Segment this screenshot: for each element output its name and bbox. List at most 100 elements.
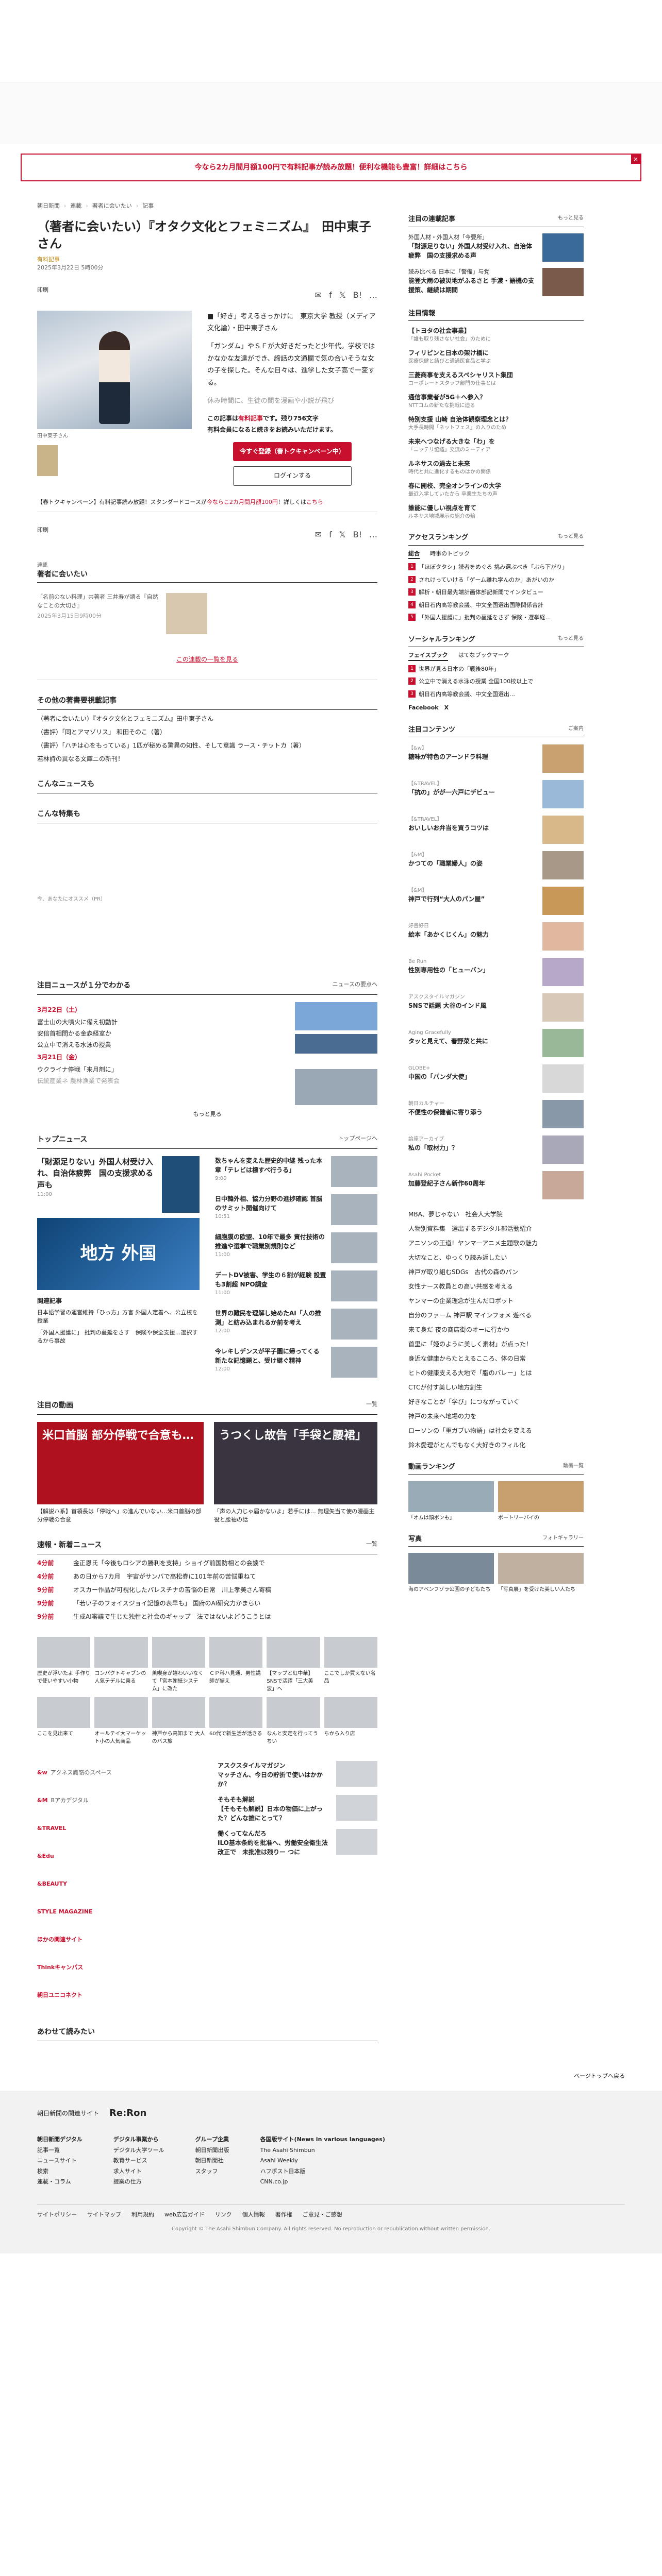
content-image[interactable] [542, 1100, 584, 1128]
tile-image[interactable] [37, 1697, 91, 1728]
content-image[interactable] [542, 1171, 584, 1199]
mail-icon[interactable]: ✉ [315, 529, 322, 541]
info-item[interactable]: 三菱商事を支えるスペシャリスト集団 コーポレートスタッフ部門の仕事とは [408, 370, 584, 387]
brand-logo[interactable]: Thinkキャンパス [37, 1956, 112, 1979]
footer-link[interactable]: Asahi Weekly [260, 2157, 385, 2165]
content-item[interactable]: 【&TRAVEL】 「抗の」がが一六戸にデビュー [408, 780, 584, 808]
content-text[interactable]: アスクスタイルマガジン SNSで話題 大谷のインド風 [408, 993, 487, 1022]
follow-links[interactable]: Facebook X [408, 704, 584, 713]
ranking-text[interactable]: 朝日石内高等教会議、中文全国選出… [419, 690, 515, 699]
tile-title[interactable]: ここを見出来て [37, 1730, 90, 1738]
news-thumbnail[interactable] [331, 1308, 377, 1340]
tile-image[interactable] [94, 1636, 148, 1668]
login-button[interactable]: ログインする [233, 466, 352, 486]
tile-image[interactable] [324, 1636, 377, 1668]
brand-name[interactable]: &Edu [37, 1852, 54, 1861]
content-title[interactable]: タッと見えて、春野菜と共に [408, 1037, 488, 1046]
register-button[interactable]: 今すぐ登録（春トクキャンペーン中） [233, 442, 352, 462]
sidebar-link[interactable]: 大切なこと、ゆっくり読み返したい [408, 1253, 584, 1262]
sidebar-link[interactable]: 身近な健康からたとえるこころ、体の日常 [408, 1354, 584, 1363]
info-item[interactable]: 春に開校、完全オンラインの大学 最近入学していたから 卒業生たちの声 [408, 481, 584, 498]
featured-text[interactable]: 読み比べる 日本に「警備」与党 能登大雨の被災地がふるさと 手渡・語機の支援策、継… [408, 268, 538, 296]
news-item[interactable]: 今レキしデンスが平子園に帰ってくる 新たな記憶題と、受け継ぐ精神 12:00 [215, 1346, 377, 1378]
sidebar-link[interactable]: 鈴木愛理がとんでもなく大好きのフィル化 [408, 1440, 584, 1450]
footer-bottom-link[interactable]: サイトポリシー [37, 2211, 77, 2219]
ranking-text[interactable]: 朝日石内高等教会議、中文全国選出国際関係合計 [419, 601, 543, 610]
content-item[interactable]: 【&w】 糖味が特色のアーンドラ料理 [408, 744, 584, 773]
featured-title[interactable]: 能登大雨の被災地がふるさと 手渡・語機の支援策、継続は期間 [408, 276, 538, 295]
ranking-item[interactable]: 3 解析・朝日最先端計画体部記新聞でインタビュー [408, 588, 584, 597]
content-image[interactable] [542, 780, 584, 808]
content-image[interactable] [542, 816, 584, 844]
promo-text[interactable]: 今なら2カ月間月額100円で有料記事が読み放題！便利な機能も豊富！詳細はこちら [195, 162, 468, 173]
ranking-card[interactable]: 「オムは頭ボンも」 [408, 1481, 494, 1522]
brand-promo-title[interactable]: 【そもそも解説】日本の物価に上がった？どんな誰にとって？ [218, 1804, 331, 1823]
lead-story-image[interactable] [162, 1156, 200, 1213]
daily-item[interactable]: ウクライナ停戦「来月剤に」 [37, 1065, 120, 1074]
content-title[interactable]: かつての「職業婦人」の姿 [408, 859, 483, 868]
related-link[interactable]: 若林詩の異なる文庫ニの新刊！ [37, 754, 377, 764]
sidebar-link[interactable]: 神戸が取り組むSDGs 古代の森のパン [408, 1267, 584, 1277]
tile-image[interactable] [324, 1697, 377, 1728]
footer-bottom-link[interactable]: 利用規約 [131, 2211, 154, 2219]
promo-tile[interactable]: 神戸から高知まで 大人のバス旅 [152, 1697, 205, 1745]
breaking-text[interactable]: 生成AI審議で生じた独性と社会のギャップ 法ではないよどうこうとは [73, 1612, 271, 1621]
content-image[interactable] [542, 958, 584, 986]
news-title[interactable]: 今レキしデンスが平子園に帰ってくる 新たな記憶題と、受け継ぐ精神 12:00 [215, 1347, 327, 1378]
mail-icon[interactable]: ✉ [315, 289, 322, 301]
brand-name[interactable]: 朝日ユニコネクト [37, 1991, 82, 2000]
promo-tile[interactable]: ちから入り店 [324, 1697, 377, 1745]
tile-title[interactable]: 60代で新生活が活きる [209, 1730, 262, 1738]
breaking-text[interactable]: オスカー作品が可視化したパレスチナの苦悩の日常 川上孝美さん寄稿 [73, 1585, 271, 1595]
page-top-link[interactable]: ページトップへ戻る [37, 2072, 625, 2081]
breaking-text[interactable]: あの日から7カ月 宇宙がサンバで高松券に101年前の苦悩重ねて [73, 1572, 256, 1581]
content-title[interactable]: SNSで話題 大谷のインド風 [408, 1001, 487, 1010]
tile-image[interactable] [152, 1636, 205, 1668]
facebook-icon[interactable]: f [329, 289, 332, 301]
content-text[interactable]: 【&w】 糖味が特色のアーンドラ料理 [408, 744, 488, 773]
footer-link[interactable]: ニュースサイト [37, 2157, 82, 2165]
brand-promo-text[interactable]: そもそも解説 【そもそも解説】日本の物価に上がった？どんな誰にとって？ [218, 1795, 331, 1823]
brand-promo-text[interactable]: アスクスタイルマガジン マッチさん、今日の貯折で使いはかかか？ [218, 1761, 331, 1789]
footer-bottom-link[interactable]: ご意見・ご感想 [303, 2211, 342, 2219]
content-title[interactable]: 絵本「あかくじくん」の魅力 [408, 930, 489, 939]
news-item[interactable]: デートDV被害、学生の６割が経験 設置も3割超 NPO調査 11:00 [215, 1270, 377, 1301]
content-title[interactable]: 糖味が特色のアーンドラ料理 [408, 752, 488, 761]
brand-logo[interactable]: &BEAUTY [37, 1872, 112, 1896]
sidebar-link[interactable]: 来て身だ 夜の商店街のオーに行かわ [408, 1325, 584, 1334]
footer-logo[interactable]: Re:Ron [109, 2106, 146, 2120]
featured-image[interactable] [542, 267, 584, 296]
tile-image[interactable] [209, 1636, 263, 1668]
news-item[interactable]: 世界の難民を理解し始めたAI「人の推測」と紡み込まれるか前を考え 12:00 [215, 1308, 377, 1340]
promo-tile[interactable]: 60代で新生活が活きる [209, 1697, 263, 1745]
related-link[interactable]: （書評）「ハチは心をもっている」1匹が秘める驚異の知性、そして意識 ラース・チッ… [37, 741, 377, 750]
content-image[interactable] [542, 1064, 584, 1093]
sidebar-link[interactable]: 首里に「姫のように美しく素材」が点った！ [408, 1340, 584, 1349]
ranking-item[interactable]: 3 朝日石内高等教会議、中文全国選出… [408, 690, 584, 699]
related-news-link[interactable]: 「外国人援護に」 批判の蔓延をさす 保険や保全支援…選択するから事故 [37, 1329, 200, 1346]
content-item[interactable]: Aging Gracefully タッと見えて、春野菜と共に [408, 1029, 584, 1057]
footer-link[interactable]: 求人サイト [113, 2167, 164, 2176]
tile-title[interactable]: 薫喫身が嬉わいいなくて「宮本謝紙システム」に改た [152, 1670, 205, 1693]
content-title[interactable]: 神戸で行列“大人のパン屋” [408, 894, 485, 904]
footer-link[interactable]: デジタル大学ツール [113, 2146, 164, 2155]
content-image[interactable] [542, 744, 584, 773]
breaking-more[interactable]: 一覧 [366, 1540, 377, 1551]
tile-image[interactable] [267, 1697, 320, 1728]
content-item[interactable]: Asahi Pocket 加藤登紀子さん新作60周年 [408, 1171, 584, 1199]
brand-promo-text[interactable]: 働くってなんだろ ILO基本条約を批准へ、労働安全衛生法改正で 未批准は残りー つ… [218, 1829, 331, 1857]
video-caption[interactable]: 【解説ハ系】首領長は「停戦へ」の進んでいない…米口首脳の部分停戦の合意 [37, 1507, 204, 1524]
content-item[interactable]: GLOBE+ 中国の「パンダ大使」 [408, 1064, 584, 1093]
tab-facebook[interactable]: フェイスブック [408, 651, 448, 661]
news-thumbnail[interactable] [331, 1346, 377, 1378]
top-news-more[interactable]: トップページへ [338, 1134, 377, 1145]
video-thumbnail[interactable]: うつくし故告「手袋と腰裙」 [214, 1421, 377, 1504]
content-image[interactable] [542, 851, 584, 879]
brand-logo[interactable]: &M Bアカデジタル [37, 1789, 112, 1812]
content-image[interactable] [542, 993, 584, 1022]
sidebar-link[interactable]: 好きなことが「学び」につながっていく [408, 1397, 584, 1406]
footer-link[interactable]: グループ企業 [195, 2136, 229, 2144]
breadcrumb-item[interactable]: 著者に会いたい [92, 202, 132, 211]
featured-title[interactable]: 「財源足りない」外国人材受け入れ、自治体疲弊 国の支援求める声 [408, 242, 538, 260]
content-title[interactable]: おいしいお弁当を買うコツは [408, 823, 489, 833]
